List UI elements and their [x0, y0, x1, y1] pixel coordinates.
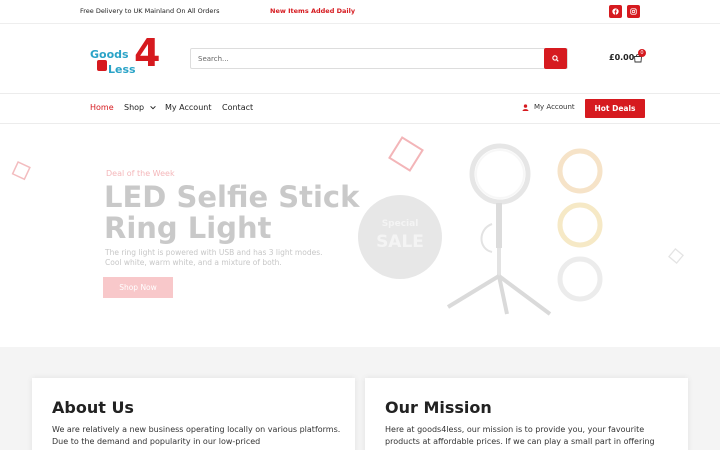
- search-icon: [552, 55, 559, 62]
- cart-count-badge: 0: [638, 49, 646, 57]
- nav-shop[interactable]: Shop: [124, 103, 156, 112]
- hero-title: LED Selfie Stick Ring Light: [104, 180, 360, 245]
- hot-deals-button[interactable]: Hot Deals: [585, 99, 645, 118]
- nav-contact[interactable]: Contact: [222, 103, 253, 112]
- shopping-bag-icon: [97, 60, 107, 71]
- promo-notice: New Items Added Daily: [270, 7, 356, 15]
- sale-badge-line1: Special: [381, 219, 419, 229]
- ring-light-product-image: [446, 143, 603, 316]
- mission-title: Our Mission: [385, 398, 492, 417]
- cart-total[interactable]: £0.00: [609, 53, 634, 62]
- facebook-link[interactable]: [609, 5, 622, 18]
- top-bar: Free Delivery to UK Mainland On All Orde…: [0, 0, 720, 24]
- site-header: Goods Less 4 £0.00 0: [0, 24, 720, 94]
- site-logo[interactable]: Goods Less 4: [88, 34, 163, 80]
- logo-less-text: Less: [108, 63, 136, 76]
- delivery-notice: Free Delivery to UK Mainland On All Orde…: [80, 7, 220, 15]
- sale-badge: Special SALE: [358, 195, 442, 279]
- hero-description: The ring light is powered with USB and h…: [105, 248, 323, 267]
- account-link[interactable]: My Account: [522, 103, 575, 111]
- mission-text: Here at goods4less, our mission is to pr…: [385, 425, 655, 446]
- nav-home[interactable]: Home: [90, 103, 114, 112]
- hero-banner: Special SALE Deal of the Week LED Selfie…: [0, 124, 720, 347]
- user-icon: [522, 103, 529, 111]
- nav-my-account[interactable]: My Account: [165, 103, 211, 112]
- search-button[interactable]: [544, 48, 567, 69]
- nav-shop-label: Shop: [124, 103, 145, 112]
- logo-four-text: 4: [134, 31, 161, 75]
- instagram-icon: [630, 8, 637, 15]
- logo-goods-text: Goods: [90, 48, 129, 61]
- decorative-square: [668, 248, 684, 264]
- about-text: We are relatively a new business operati…: [52, 425, 341, 446]
- account-label: My Account: [534, 103, 575, 111]
- main-nav: Home Shop My Account Contact My Account …: [0, 94, 720, 124]
- sale-badge-line2: SALE: [376, 232, 424, 252]
- chevron-down-icon: [149, 105, 156, 110]
- about-card: About Us We are relatively a new busines…: [32, 378, 355, 450]
- deal-kicker: Deal of the Week: [106, 169, 175, 178]
- instagram-link[interactable]: [627, 5, 640, 18]
- decorative-square: [388, 136, 424, 172]
- about-title: About Us: [52, 398, 134, 417]
- mission-card: Our Mission Here at goods4less, our miss…: [365, 378, 688, 450]
- shop-now-button[interactable]: Shop Now: [103, 277, 173, 298]
- search-bar: [190, 48, 568, 69]
- search-input[interactable]: [191, 49, 545, 68]
- decorative-square: [11, 161, 31, 181]
- facebook-icon: [612, 8, 619, 15]
